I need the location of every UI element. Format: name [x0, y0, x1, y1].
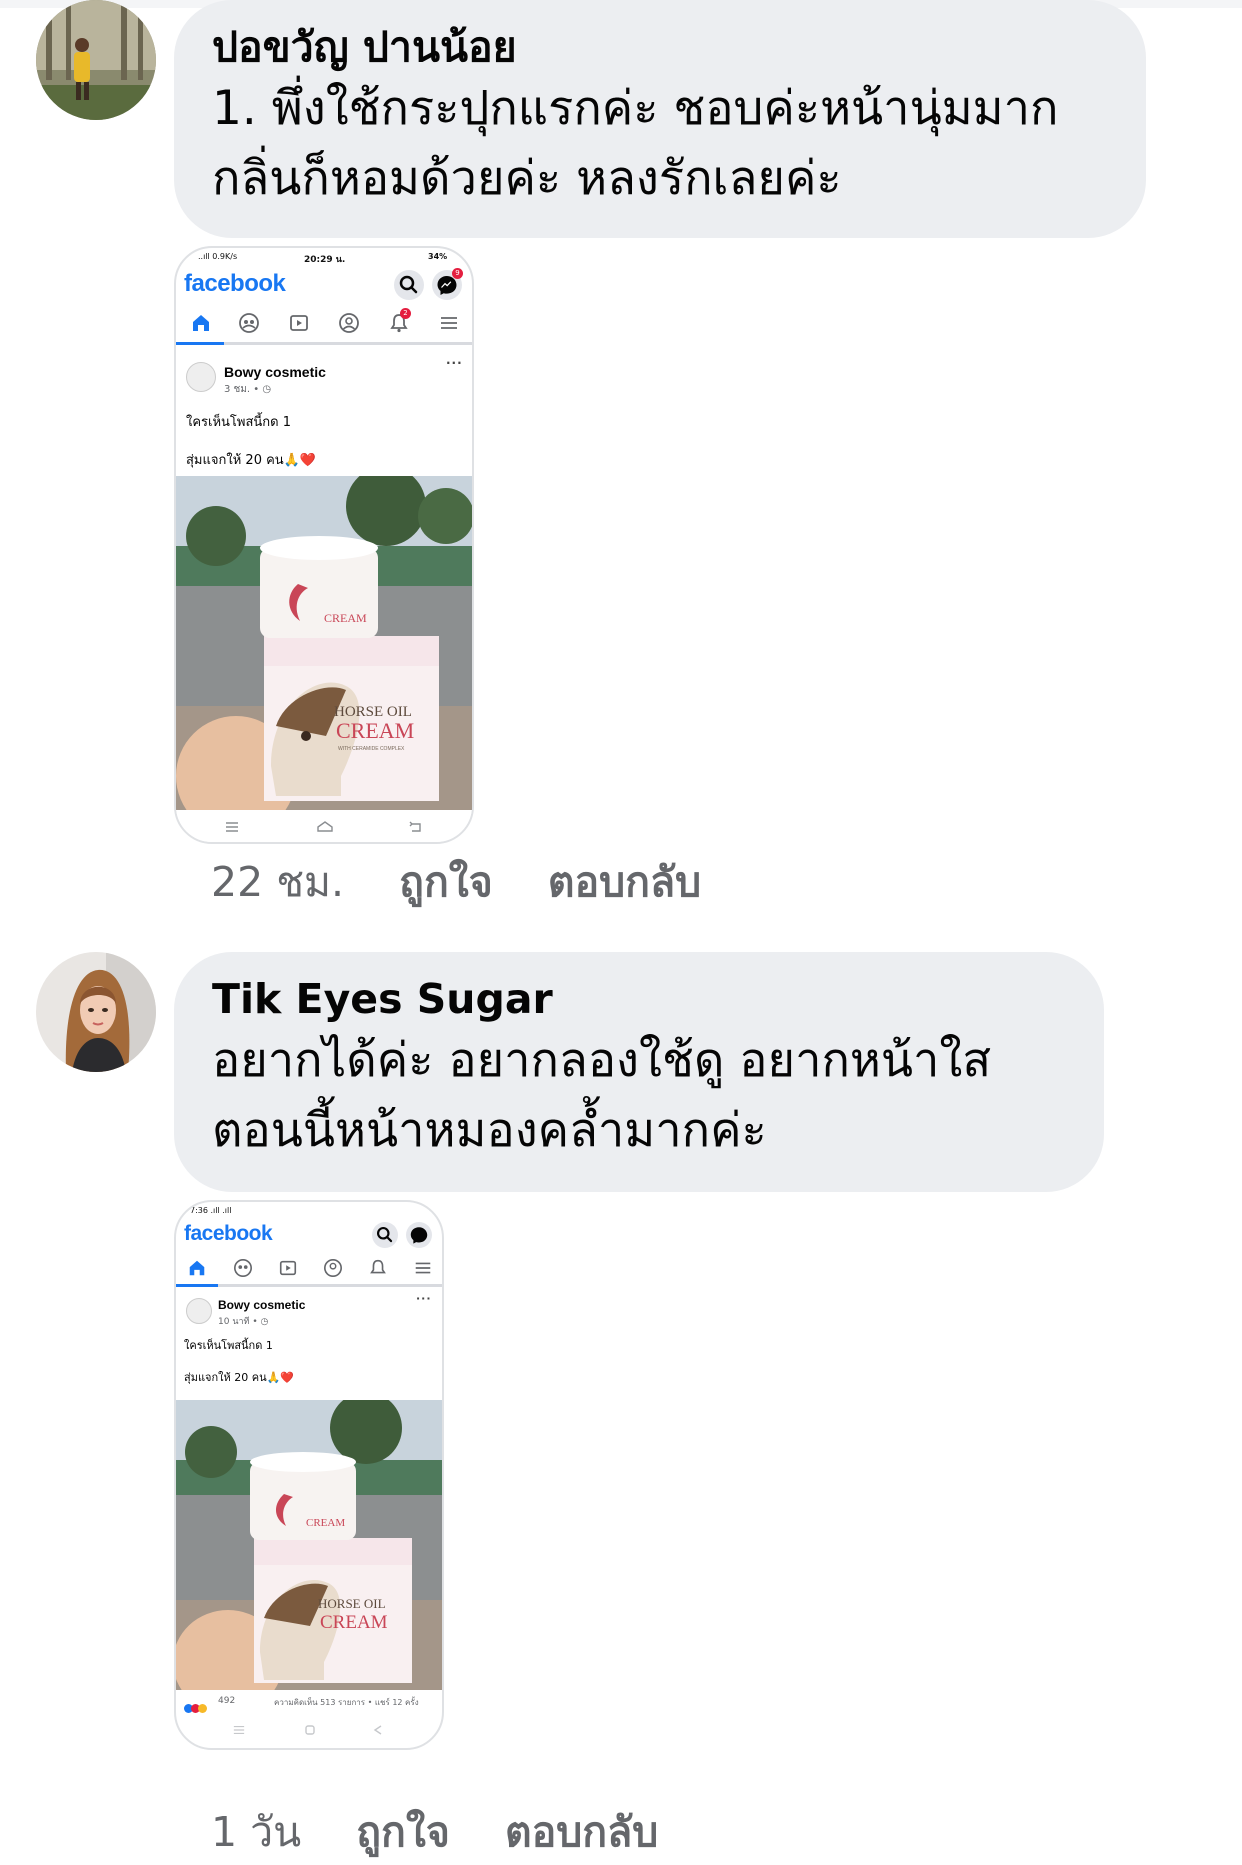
like-button[interactable]: ถูกใจ [356, 1808, 450, 1856]
phone-nav-bar: 2 [176, 306, 472, 345]
like-button[interactable]: ถูกใจ [399, 858, 493, 906]
reply-button[interactable]: ตอบกลับ [548, 858, 701, 906]
home-tab-indicator [176, 342, 224, 345]
watch-icon [279, 1260, 297, 1276]
watch-icon [290, 315, 308, 331]
post-more-icon: ··· [446, 356, 463, 370]
comment-1: ปอขวัญ ปานน้อย 1. พึ่งใช้กระปุกแรกค่ะ ชอ… [0, 0, 1242, 906]
comment-actions: 22 ชม. ถูกใจ ตอบกลับ [211, 850, 743, 915]
notification-badge: 2 [400, 308, 411, 319]
page-name: Bowy cosmetic [218, 1298, 306, 1312]
reaction-count: 492 [218, 1696, 236, 1706]
messenger-badge: 9 [452, 268, 463, 279]
facebook-logo: facebook [184, 1222, 273, 1245]
search-button [372, 1222, 398, 1248]
comment-text: อยากได้ค่ะ อยากลองใช้ดู อยากหน้าใส ตอนนี… [212, 1033, 992, 1158]
phone-status-bar: ..ıll 0.9K/s 20:29 น. 34% [176, 248, 472, 270]
status-time: 20:29 น. [304, 255, 346, 265]
bell-icon [370, 1259, 386, 1274]
menu-icon [441, 317, 457, 329]
comment-author[interactable]: ปอขวัญ ปานน้อย [212, 20, 1108, 74]
status-left: ..ıll 0.9K/s [198, 252, 238, 261]
phone-home-bar [176, 810, 472, 842]
comment-author[interactable]: Tik Eyes Sugar [212, 972, 1066, 1026]
search-icon [376, 1226, 393, 1243]
phone-home-icon [305, 1725, 315, 1735]
phone-status-bar: 7:36 .ıll .ıll [176, 1202, 442, 1224]
comment-time[interactable]: 1 วัน [211, 1808, 301, 1856]
comment-share-stats: ความคิดเห็น 513 รายการ • แชร์ 12 ครั้ง [274, 1698, 419, 1707]
post-line-1: ใครเห็นโพสนี้กด 1 [184, 1339, 273, 1352]
status-left: 7:36 .ıll .ıll [190, 1206, 232, 1215]
status-battery: 34% [428, 252, 448, 261]
attached-image[interactable]: 7:36 .ıll .ıll facebook Bowy cosmetic 10… [174, 1200, 444, 1750]
post-line-2: สุ่มแจกให้ 20 คน🙏❤️ [184, 1371, 295, 1384]
jar-label: CREAM [306, 1517, 345, 1529]
recent-apps-icon [233, 1725, 245, 1735]
search-icon [399, 275, 418, 294]
phone-home-icon [317, 821, 333, 832]
home-icon [193, 315, 209, 331]
recent-apps-icon [226, 822, 238, 832]
page-name: Bowy cosmetic [224, 364, 326, 380]
home-icon [189, 1260, 205, 1276]
profile-icon [324, 1259, 342, 1277]
avatar[interactable] [36, 0, 156, 120]
facebook-logo: facebook [184, 270, 286, 297]
product-brand-label: HORSE OIL [318, 1596, 386, 1611]
reaction-icons [184, 1698, 207, 1717]
product-photo: HORSE OIL CREAM CREAM [176, 1400, 442, 1690]
post-line-2: สุ่มแจกให้ 20 คน🙏❤️ [186, 453, 317, 468]
home-tab-indicator [176, 1284, 218, 1287]
product-sub-label: WITH CERAMIDE COMPLEX [338, 746, 405, 752]
back-icon [373, 1725, 382, 1735]
comment-time[interactable]: 22 ชม. [211, 858, 344, 906]
post-meta: 3 ชม. • ◷ [224, 384, 272, 395]
page-avatar [186, 362, 216, 392]
page-avatar [186, 1298, 212, 1324]
comment-bubble: ปอขวัญ ปานน้อย 1. พึ่งใช้กระปุกแรกค่ะ ชอ… [174, 0, 1146, 238]
groups-icon [239, 313, 259, 333]
comment-2: Tik Eyes Sugar อยากได้ค่ะ อยากลองใช้ดู อ… [0, 952, 1242, 1856]
back-icon [409, 821, 421, 832]
product-name-label: CREAM [336, 718, 414, 743]
reply-button[interactable]: ตอบกลับ [505, 1808, 658, 1856]
menu-icon [415, 1262, 431, 1274]
comment-text: 1. พึ่งใช้กระปุกแรกค่ะ ชอบค่ะหน้านุ่มมาก… [212, 81, 1059, 206]
post-more-icon: ··· [416, 1292, 432, 1305]
post-stats-bar: 492 ความคิดเห็น 513 รายการ • แชร์ 12 ครั… [176, 1692, 442, 1714]
phone-home-bar [176, 1716, 442, 1744]
avatar[interactable] [36, 952, 156, 1072]
profile-icon [339, 313, 359, 333]
messenger-button [406, 1222, 432, 1248]
attached-image[interactable]: ..ıll 0.9K/s 20:29 น. 34% facebook 9 2 B… [174, 246, 474, 844]
jar-label: CREAM [324, 611, 367, 625]
phone-nav-bar [176, 1254, 442, 1287]
comment-actions: 1 วัน ถูกใจ ตอบกลับ [211, 1800, 700, 1865]
groups-icon [234, 1259, 252, 1277]
messenger-icon [410, 1227, 428, 1244]
post-meta: 10 นาที • ◷ [218, 1317, 269, 1327]
search-button [394, 270, 424, 300]
product-photo: HORSE OIL CREAM WITH CERAMIDE COMPLEX CR… [176, 476, 472, 810]
post-line-1: ใครเห็นโพสนี้กด 1 [186, 415, 292, 430]
comment-bubble: Tik Eyes Sugar อยากได้ค่ะ อยากลองใช้ดู อ… [174, 952, 1104, 1192]
product-name-label: CREAM [320, 1612, 388, 1633]
